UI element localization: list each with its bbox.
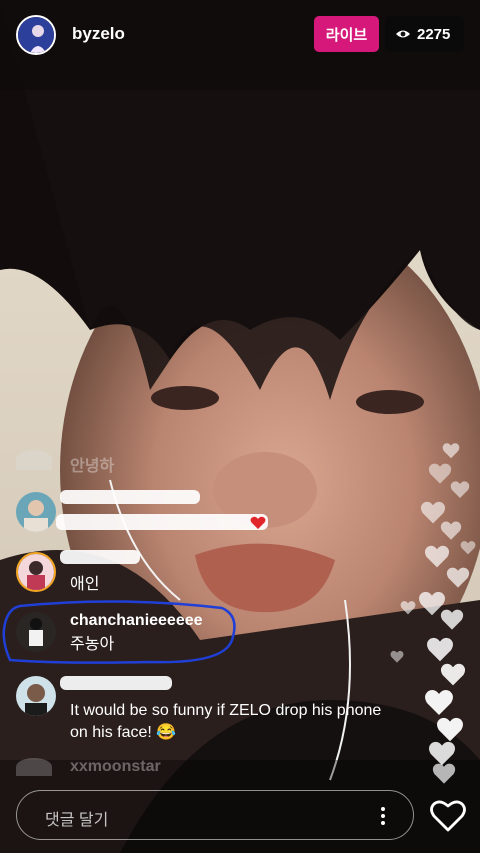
comment-item: xxmoonstar bbox=[16, 758, 396, 782]
more-vertical-icon[interactable] bbox=[371, 804, 395, 828]
floating-heart-icons bbox=[390, 443, 476, 784]
heart-outline-icon[interactable] bbox=[430, 799, 466, 833]
comment-item: It would be so funny if ZELO drop his ph… bbox=[16, 676, 396, 746]
avatar-image bbox=[18, 554, 54, 590]
comment-item bbox=[16, 490, 396, 537]
commenter-avatar[interactable] bbox=[16, 676, 56, 716]
viewer-count: 2275 bbox=[417, 25, 451, 43]
redaction-scribble bbox=[60, 550, 140, 564]
comment-text: 애인 bbox=[70, 576, 100, 593]
broadcaster-avatar[interactable] bbox=[16, 15, 56, 55]
red-heart-emoji-icon bbox=[250, 516, 266, 529]
avatar-image bbox=[16, 676, 56, 716]
comment-text: 안녕하 bbox=[70, 458, 115, 475]
highlight-circle bbox=[2, 600, 236, 664]
broadcaster-username[interactable]: byzelo bbox=[72, 24, 125, 44]
comment-text: It would be so funny if ZELO drop his ph… bbox=[70, 702, 382, 741]
eye-icon bbox=[396, 30, 410, 38]
redaction-scribble bbox=[60, 676, 172, 690]
live-badge: 라이브 bbox=[314, 16, 379, 52]
commenter-avatar[interactable] bbox=[16, 492, 56, 532]
live-header: byzelo 라이브 2275 bbox=[0, 0, 480, 70]
commenter-username[interactable]: xxmoonstar bbox=[70, 758, 161, 776]
avatar-image bbox=[18, 17, 54, 53]
comment-input-placeholder: 댓글 달기 bbox=[45, 812, 109, 829]
comment-input[interactable]: 댓글 달기 bbox=[16, 790, 414, 840]
commenter-avatar[interactable] bbox=[16, 552, 56, 592]
comment-item: 애인 bbox=[16, 550, 396, 597]
commenter-avatar bbox=[16, 758, 52, 776]
commenter-avatar bbox=[16, 450, 52, 470]
avatar-image bbox=[16, 492, 56, 532]
viewer-count-badge[interactable]: 2275 bbox=[385, 16, 464, 52]
comment-item: 안녕하 bbox=[16, 450, 396, 480]
redaction-scribble bbox=[60, 490, 200, 504]
redaction-scribble bbox=[56, 514, 268, 530]
